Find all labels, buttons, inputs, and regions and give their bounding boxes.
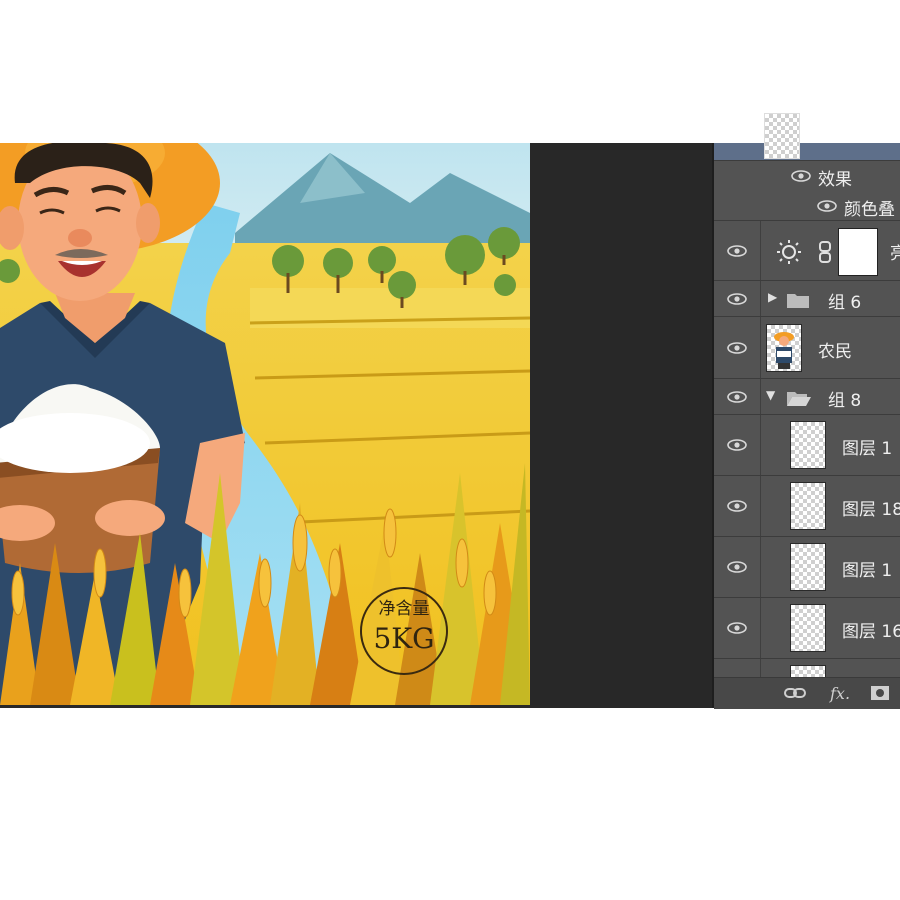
group-6-label: 组 6 <box>828 293 862 313</box>
layer-label: 图层 18 <box>842 500 900 520</box>
eye-icon[interactable] <box>790 168 812 184</box>
group-8-row[interactable]: ▼ 组 8 <box>714 379 900 415</box>
layer-thumbnail <box>790 482 826 530</box>
eye-icon[interactable] <box>726 620 748 636</box>
layer-label: 图层 1 <box>842 561 893 581</box>
layer-mask-thumbnail[interactable] <box>838 228 878 276</box>
canvas-area[interactable]: 净含量 5KG <box>0 143 712 708</box>
layer-row[interactable]: 图层 18 <box>714 476 900 537</box>
fx-button[interactable]: fx. <box>830 684 850 703</box>
layer-label: 图层 1 <box>842 439 893 459</box>
group-6-row[interactable]: ▶ 组 6 <box>714 281 900 317</box>
layer-thumbnail <box>764 113 800 159</box>
farmer-layer-label: 农民 <box>818 342 852 362</box>
collapse-arrow-icon[interactable]: ▼ <box>766 388 775 402</box>
expand-arrow-icon[interactable]: ▶ <box>768 290 777 304</box>
layer-thumbnail <box>790 543 826 591</box>
eye-icon[interactable] <box>816 198 838 214</box>
layer-thumbnail <box>790 421 826 469</box>
farmer-illustration: 净含量 5KG <box>0 143 530 705</box>
selected-layer-row[interactable] <box>714 113 900 161</box>
brightness-layer-row[interactable]: 亮 <box>714 221 900 281</box>
eye-icon[interactable] <box>726 291 748 307</box>
artwork-canvas[interactable]: 净含量 5KG <box>0 143 530 705</box>
eye-icon[interactable] <box>726 437 748 453</box>
layer-row[interactable]: 图层 1 <box>714 415 900 476</box>
layers-panel: 效果 颜色叠 亮 ▶ 组 6 农民 ▼ 组 8 图层 1 图层 18 图层 1 … <box>714 113 900 709</box>
layer-row[interactable]: 图层 1 <box>714 537 900 598</box>
chain-link-icon[interactable] <box>818 241 832 263</box>
color-overlay-row[interactable]: 颜色叠 <box>714 191 900 221</box>
eye-icon[interactable] <box>726 389 748 405</box>
layer-row-partial[interactable] <box>714 659 900 677</box>
layers-panel-footer: fx. <box>714 677 900 709</box>
effects-label: 效果 <box>818 170 852 190</box>
brightness-adjustment-icon <box>777 240 801 264</box>
eye-icon[interactable] <box>726 559 748 575</box>
brightness-layer-label: 亮 <box>890 244 900 264</box>
photoshop-window: 净含量 5KG 效果 颜色叠 亮 ▶ 组 6 农民 ▼ 组 8 图层 1 图层 … <box>0 113 900 709</box>
eye-icon[interactable] <box>726 340 748 356</box>
stamp-bottom-text: 5KG <box>373 622 434 655</box>
link-layers-icon[interactable] <box>784 686 806 700</box>
group-8-label: 组 8 <box>828 391 862 411</box>
eye-icon[interactable] <box>726 243 748 259</box>
add-mask-icon[interactable] <box>870 685 890 701</box>
stamp-top-text: 净含量 <box>379 599 430 619</box>
layer-row[interactable]: 图层 16 <box>714 598 900 659</box>
layer-thumbnail <box>790 665 826 677</box>
folder-icon <box>787 294 809 308</box>
farmer-layer-thumbnail <box>766 324 802 372</box>
effects-row[interactable]: 效果 <box>714 161 900 191</box>
layer-thumbnail <box>790 604 826 652</box>
layer-label: 图层 16 <box>842 622 900 642</box>
farmer-layer-row[interactable]: 农民 <box>714 317 900 379</box>
open-folder-icon <box>787 392 811 406</box>
eye-icon[interactable] <box>726 498 748 514</box>
color-overlay-label: 颜色叠 <box>844 200 895 220</box>
